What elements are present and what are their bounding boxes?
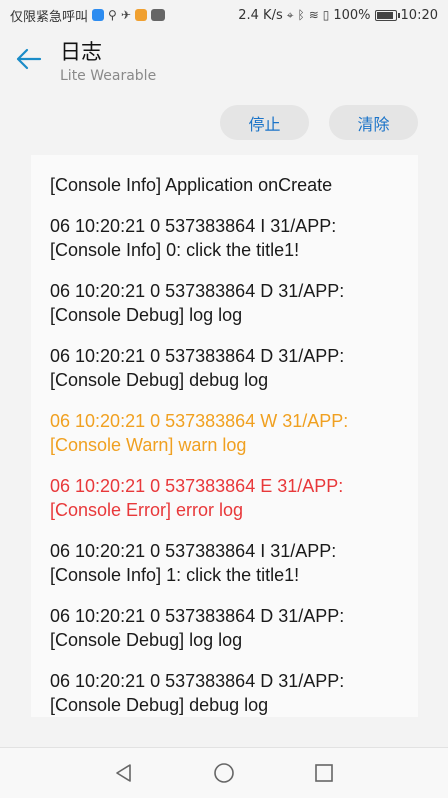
bluetooth-icon: ᛒ [297, 8, 305, 22]
stop-button[interactable]: 停止 [220, 105, 309, 140]
triangle-back-icon[interactable] [112, 761, 136, 785]
log-entry-warn: 06 10:20:21 0 537383864 W 31/APP: [Conso… [50, 411, 349, 455]
log-entry-debug: 06 10:20:21 0 537383864 D 31/APP: [Conso… [50, 281, 345, 325]
notification-app-icon [92, 9, 105, 21]
log-entry-info: 06 10:20:21 0 537383864 I 31/APP: [Conso… [50, 541, 337, 585]
clock: 10:20 [400, 7, 438, 23]
page-subtitle: Lite Wearable [60, 68, 157, 84]
log-entry-debug: 06 10:20:21 0 537383864 D 31/APP: [Conso… [50, 606, 345, 650]
status-bar-left: 仅限紧急呼叫 ⚲ ✈ [10, 6, 165, 25]
net-speed: 2.4 K/s [238, 7, 283, 23]
square-recent-icon[interactable] [312, 761, 336, 785]
wifi-icon: ≋ [308, 8, 319, 22]
status-bar: 仅限紧急呼叫 ⚲ ✈ 2.4 K/s ⌖ ᛒ ≋ ▯ 100% 10:20 [0, 0, 448, 30]
log-entry-debug: 06 10:20:21 0 537383864 D 31/APP: [Conso… [50, 671, 345, 715]
log-entry-info: [Console Info] Application onCreate [50, 175, 333, 195]
battery-percent: 100% [333, 7, 371, 23]
arrow-left-icon[interactable] [14, 44, 44, 74]
battery-icon [374, 9, 400, 21]
page-title: 日志 [60, 40, 102, 64]
log-panel[interactable]: [Console Info] Application onCreate 06 10… [31, 155, 418, 717]
status-bar-right: 2.4 K/s ⌖ ᛒ ≋ ▯ 100% 10:20 [238, 8, 438, 23]
navigation-bar [0, 747, 448, 798]
carrier-text: 仅限紧急呼叫 [10, 9, 89, 25]
log-entry-debug: 06 10:20:21 0 537383864 D 31/APP: [Conso… [50, 346, 345, 390]
log-entry-error: 06 10:20:21 0 537383864 E 31/APP: [Conso… [50, 476, 344, 520]
battery-fill [376, 11, 393, 19]
circle-home-icon[interactable] [212, 761, 236, 785]
clear-button[interactable]: 清除 [329, 105, 418, 140]
sim-icon: ▯ [322, 8, 330, 22]
notification-orange-icon [134, 9, 147, 21]
notification-bird-icon: ✈ [120, 8, 131, 22]
log-entry-info: 06 10:20:21 0 537383864 I 31/APP: [Conso… [50, 216, 337, 260]
app-header: 日志 Lite Wearable [0, 30, 448, 92]
usb-icon: ⚲ [108, 8, 117, 22]
notification-gray-icon [150, 9, 165, 21]
location-icon: ⌖ [286, 7, 294, 22]
